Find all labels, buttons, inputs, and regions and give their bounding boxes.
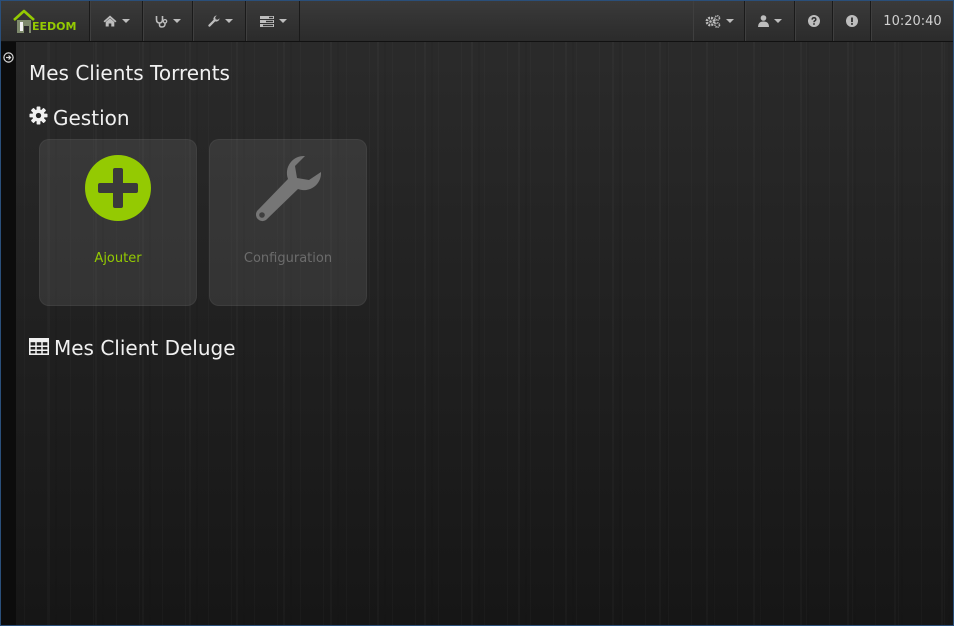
nav-analysis-menu[interactable] [143,1,193,41]
chevron-down-icon [224,19,233,23]
arrow-circle-right-icon[interactable] [3,48,14,67]
chevron-down-icon [122,19,130,23]
clock-time: 10:20:40 [883,13,942,29]
plus-circle-icon [84,154,152,226]
nav-help-button[interactable] [795,1,833,41]
brand-logo-link[interactable]: EEDOM [1,1,90,41]
nav-settings-menu[interactable] [693,1,745,41]
user-icon [758,15,769,27]
nav-clock: 10:20:40 [871,1,953,41]
section-title-gestion-label: Gestion [53,106,130,130]
chevron-down-icon [173,19,181,23]
top-navbar: EEDOM 10:20:40 [1,1,953,42]
home-icon [103,15,117,27]
exclamation-circle-icon [846,15,858,27]
sidebar-toggle-strip[interactable] [1,42,16,625]
nav-plugins-menu[interactable] [246,1,300,41]
nav-home-menu[interactable] [90,1,143,41]
wrench-icon [207,14,220,28]
chevron-down-icon [278,19,287,23]
section-title-gestion: Gestion [29,106,130,130]
app-window: EEDOM 10:20:40 Mes Clients Torrents Gest… [0,0,954,626]
add-equipment-card[interactable]: Ajouter [39,139,197,306]
section-title-equipments: Mes Client Deluge [29,336,236,360]
chevron-down-icon [774,19,782,23]
page-title: Mes Clients Torrents [29,61,230,85]
table-icon [29,336,54,360]
tasks-icon [259,15,274,27]
question-circle-icon [808,15,820,27]
cogs-icon [705,14,721,28]
chevron-down-icon [725,19,734,23]
stethoscope-icon [155,15,168,28]
nav-user-menu[interactable] [745,1,795,41]
nav-messages-button[interactable] [833,1,871,41]
cog-icon [29,106,53,130]
add-equipment-label: Ajouter [94,251,142,266]
configuration-label: Configuration [243,251,333,266]
wrench-icon [251,154,325,230]
section-title-equipments-label: Mes Client Deluge [54,336,236,360]
configuration-card[interactable]: Configuration [209,139,367,306]
brand-name: EEDOM [32,20,77,33]
nav-tools-menu[interactable] [193,1,246,41]
